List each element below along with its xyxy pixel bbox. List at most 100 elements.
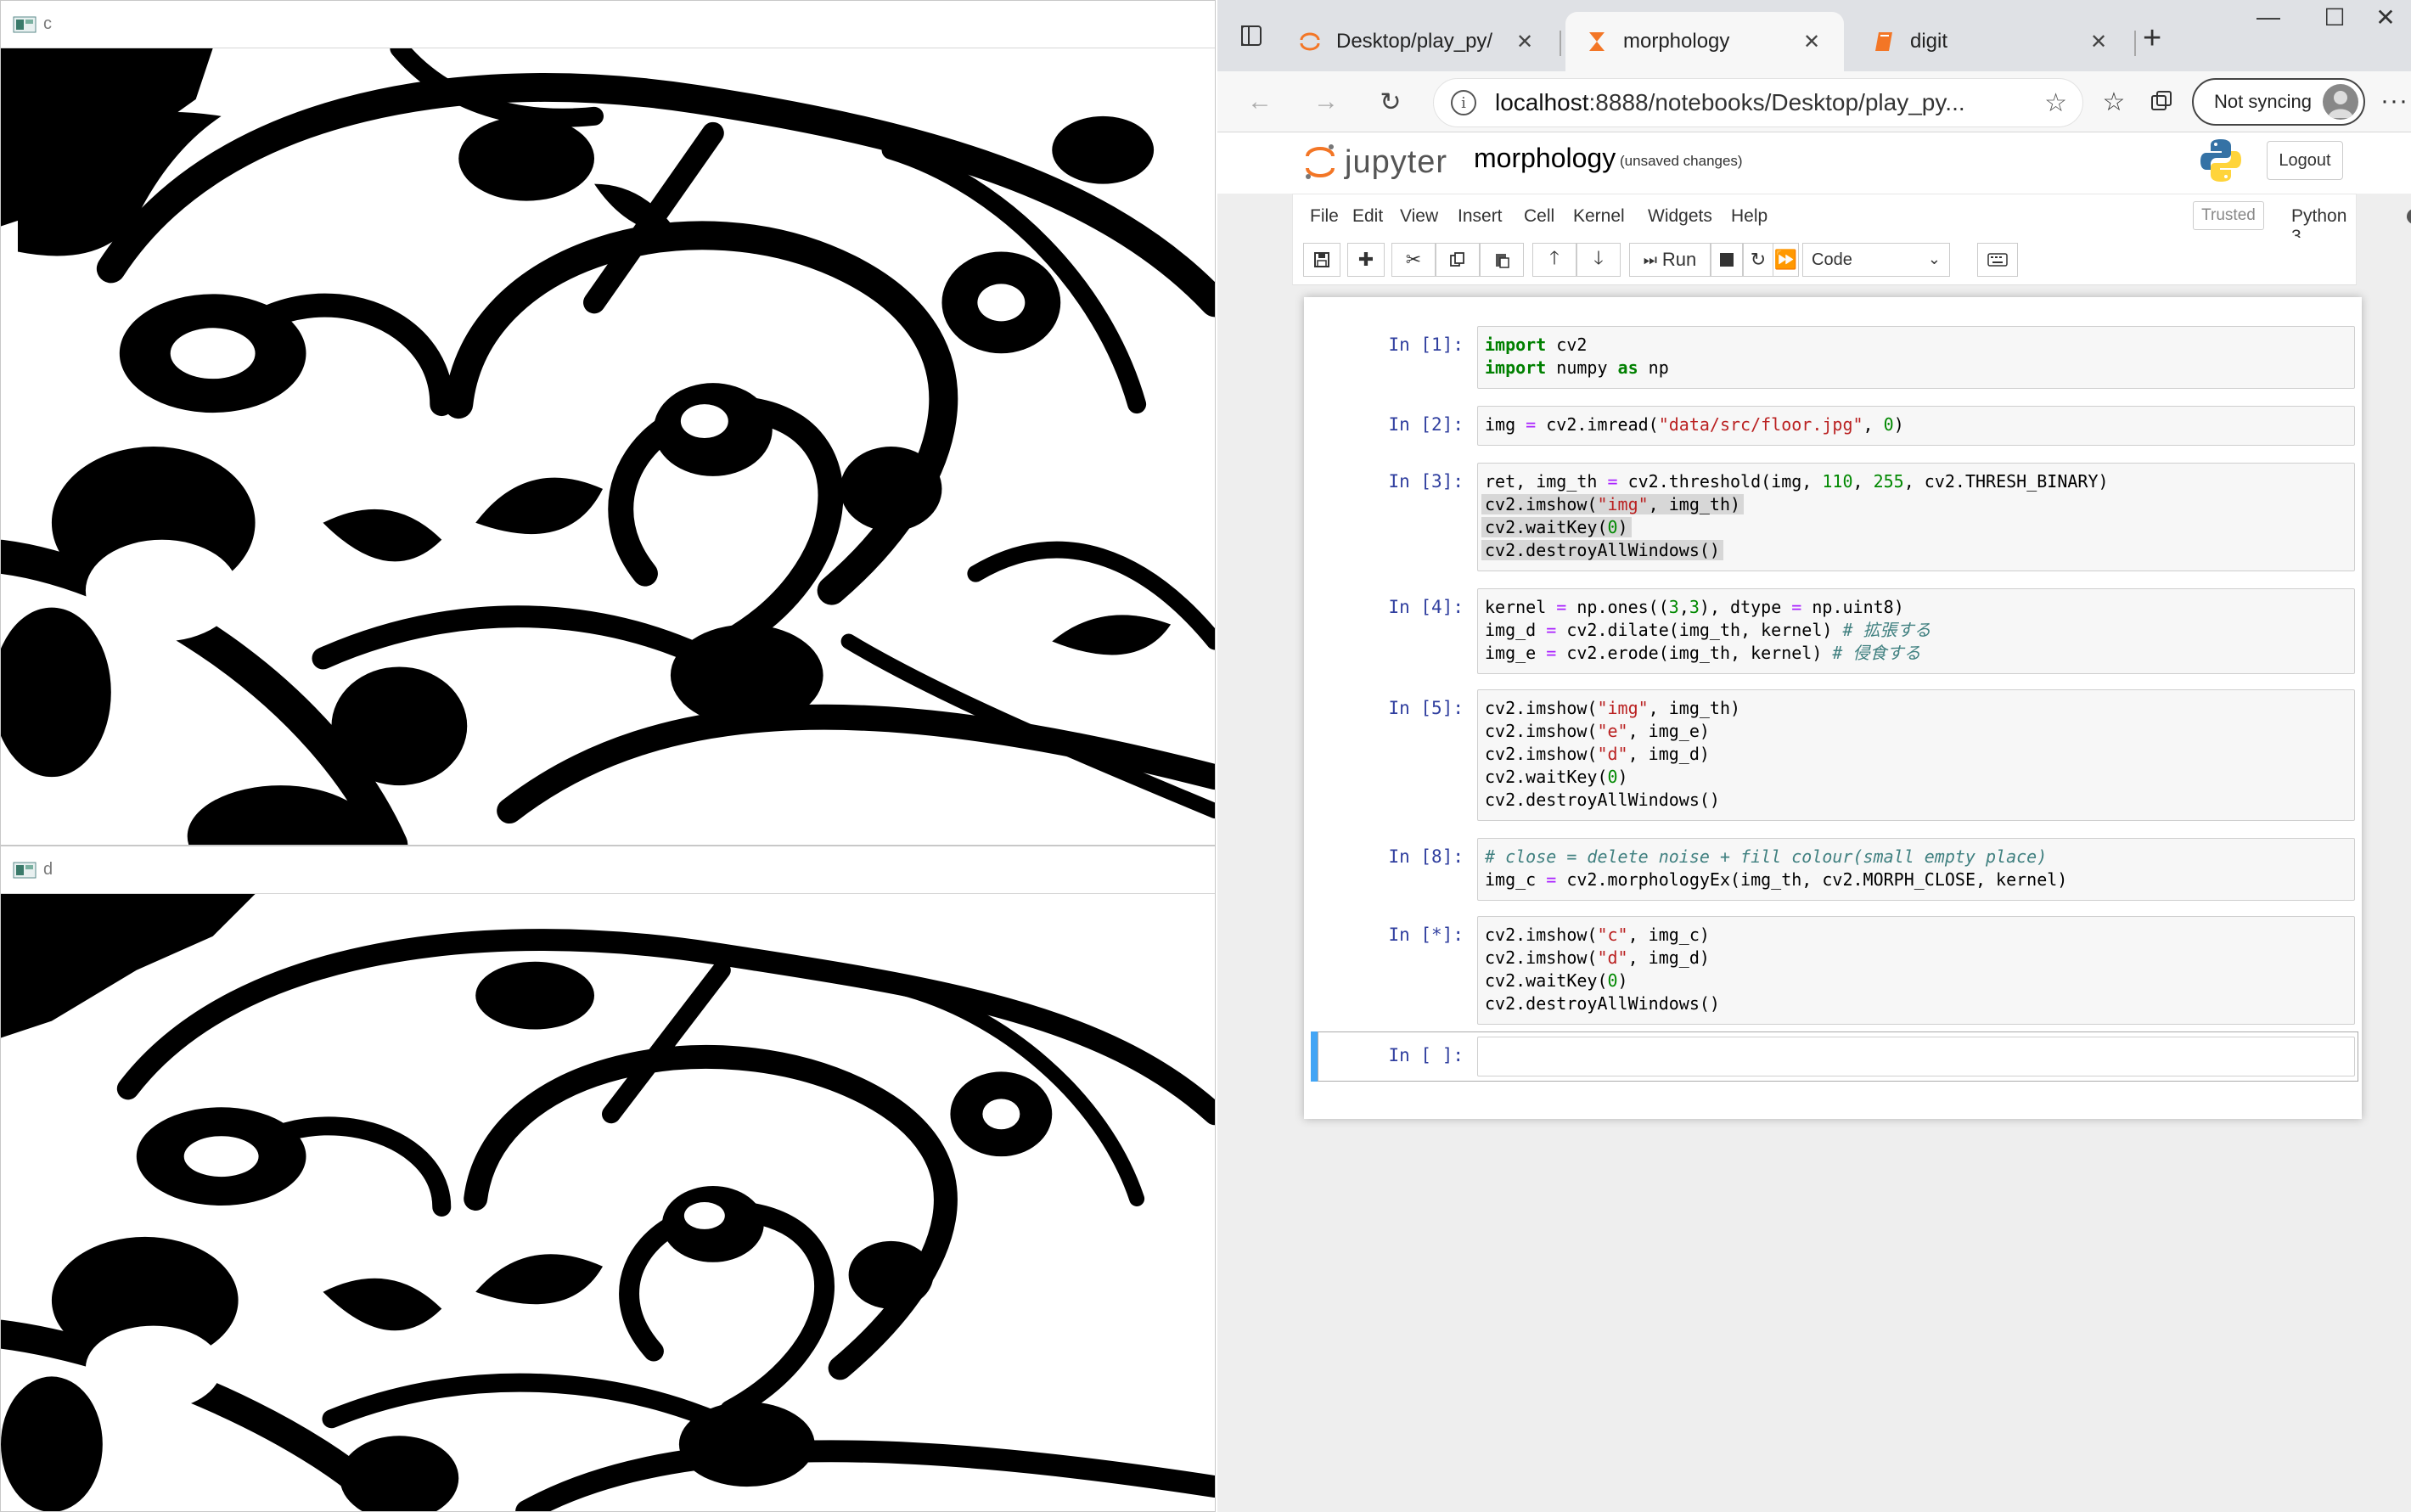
- profile-avatar: [2323, 84, 2358, 120]
- run-label: Run: [1661, 249, 1697, 270]
- code-cell[interactable]: In [ ]:: [1311, 1031, 2358, 1082]
- notebook-toolbar: ✚ ✂ 🡑 🡓 ⏭ Run ↻ ⏩ Code ⌄: [1292, 238, 2357, 285]
- opencv-window-icon: [13, 862, 37, 878]
- jupyter-logo-text: jupyter: [1345, 143, 1448, 180]
- menu-widgets[interactable]: Widgets: [1648, 206, 1712, 227]
- code-line: cv2.destroyAllWindows(): [1481, 539, 2347, 562]
- paste-icon[interactable]: [1480, 243, 1524, 277]
- restart-kernel-icon[interactable]: ↻: [1743, 243, 1773, 277]
- code-line: cv2.imshow("e", img_e): [1485, 721, 1710, 741]
- notebook-title[interactable]: morphology: [1474, 143, 1616, 174]
- menu-file[interactable]: File: [1310, 206, 1339, 227]
- menu-insert[interactable]: Insert: [1458, 206, 1503, 227]
- code-cell[interactable]: In [4]: kernel = np.ones((3,3), dtype = n…: [1318, 588, 2355, 674]
- code-line: cv2.destroyAllWindows(): [1485, 993, 1720, 1014]
- tab-separator: [2134, 31, 2136, 56]
- cell-prompt: In [*]:: [1388, 925, 1464, 945]
- window-title: d: [43, 860, 53, 879]
- address-bar[interactable]: i localhost:8888/notebooks/Desktop/play_…: [1433, 78, 2083, 127]
- binary-image-canvas: [1, 48, 1215, 845]
- browser-window: Desktop/play_py/ ✕ morphology ✕ digit ✕ …: [1217, 0, 2411, 1512]
- hourglass-favicon-icon: [1586, 31, 1608, 53]
- code-input[interactable]: # close = delete noise + fill colour(sma…: [1477, 838, 2355, 901]
- site-info-icon[interactable]: i: [1451, 90, 1476, 115]
- minimize-icon[interactable]: —: [2243, 3, 2294, 31]
- restart-run-all-icon[interactable]: ⏩: [1773, 243, 1799, 277]
- cell-prompt: In [2]:: [1388, 414, 1464, 435]
- insert-cell-icon[interactable]: ✚: [1347, 243, 1385, 277]
- cell-type-select[interactable]: Code ⌄: [1802, 243, 1950, 277]
- menu-cell[interactable]: Cell: [1524, 206, 1554, 227]
- opencv-window-c[interactable]: c: [0, 0, 1216, 846]
- code-cell[interactable]: In [8]: # close = delete noise + fill col…: [1318, 838, 2355, 901]
- favorites-icon[interactable]: ☆: [2095, 83, 2133, 121]
- add-favorite-icon[interactable]: ☆: [2044, 88, 2067, 118]
- window-titlebar[interactable]: d: [1, 846, 1215, 894]
- cell-prompt: In [8]:: [1388, 846, 1464, 867]
- move-down-icon[interactable]: 🡓: [1576, 243, 1621, 277]
- url-path: :8888/notebooks/Desktop/play_py...: [1588, 89, 1965, 115]
- close-tab-icon[interactable]: ✕: [2087, 30, 2110, 54]
- code-line: kernel = np.ones((3,3), dtype = np.uint8…: [1485, 597, 1904, 617]
- code-input[interactable]: cv2.imshow("c", img_c) cv2.imshow("d", im…: [1477, 916, 2355, 1025]
- cell-type-value: Code: [1812, 250, 1852, 269]
- code-input[interactable]: kernel = np.ones((3,3), dtype = np.uint8…: [1477, 588, 2355, 674]
- jupyter-header: jupyter morphology (unsaved changes) Log…: [1217, 132, 2411, 194]
- menu-edit[interactable]: Edit: [1352, 206, 1383, 227]
- code-input[interactable]: import cv2 import numpy as np: [1477, 326, 2355, 389]
- menu-kernel[interactable]: Kernel: [1573, 206, 1625, 227]
- logout-button[interactable]: Logout: [2267, 141, 2343, 180]
- menu-help[interactable]: Help: [1731, 206, 1768, 227]
- run-button[interactable]: ⏭ Run: [1629, 243, 1711, 277]
- thresholded-floor-image: [1, 48, 1215, 845]
- code-line: cv2.waitKey(0): [1485, 767, 1628, 787]
- interrupt-kernel-icon[interactable]: [1711, 243, 1743, 277]
- code-line: img_c = cv2.morphologyEx(img_th, cv2.MOR…: [1485, 869, 2068, 890]
- forward-icon[interactable]: →: [1307, 83, 1345, 121]
- close-tab-icon[interactable]: ✕: [1513, 30, 1537, 54]
- save-status: (unsaved changes): [1620, 153, 1743, 169]
- code-cell[interactable]: In [5]: cv2.imshow("img", img_th) cv2.imsh…: [1318, 689, 2355, 821]
- browser-tab[interactable]: Desktop/play_py/ ✕: [1279, 12, 1557, 71]
- copy-icon[interactable]: [1436, 243, 1480, 277]
- code-line: ret, img_th = cv2.threshold(img, 110, 25…: [1485, 471, 2109, 492]
- code-cell[interactable]: In [*]: cv2.imshow("c", img_c) cv2.imshow(…: [1318, 916, 2355, 1025]
- back-icon[interactable]: ←: [1241, 83, 1279, 121]
- code-line: # close = delete noise + fill colour(sma…: [1485, 846, 2048, 867]
- chevron-down-icon: ⌄: [1927, 250, 1941, 267]
- more-options-icon[interactable]: ···: [2380, 87, 2408, 115]
- cell-prompt: In [5]:: [1388, 698, 1464, 718]
- cut-icon[interactable]: ✂: [1391, 243, 1436, 277]
- close-window-icon[interactable]: ✕: [2360, 3, 2411, 31]
- jupyter-favicon-icon: [1299, 31, 1321, 53]
- code-input[interactable]: cv2.imshow("img", img_th) cv2.imshow("e",…: [1477, 689, 2355, 821]
- maximize-icon[interactable]: ☐: [2309, 3, 2360, 31]
- refresh-icon[interactable]: ↻: [1372, 83, 1409, 121]
- menu-view[interactable]: View: [1400, 206, 1438, 227]
- trusted-indicator[interactable]: Trusted: [2193, 201, 2264, 230]
- kernel-busy-indicator-icon: [2407, 209, 2411, 224]
- code-line: cv2.destroyAllWindows(): [1485, 790, 1720, 810]
- window-titlebar[interactable]: c: [1, 1, 1215, 48]
- close-tab-icon[interactable]: ✕: [1800, 30, 1824, 54]
- command-palette-icon[interactable]: [1977, 243, 2018, 277]
- jupyter-logo[interactable]: jupyter: [1304, 143, 1447, 182]
- opencv-window-d[interactable]: d: [0, 846, 1216, 1512]
- opencv-window-icon: [13, 16, 37, 32]
- code-cell[interactable]: In [1]: import cv2 import numpy as np: [1318, 326, 2355, 389]
- code-cell[interactable]: In [2]: img = cv2.imread("data/src/floor.…: [1318, 406, 2355, 446]
- code-input[interactable]: ret, img_th = cv2.threshold(img, 110, 25…: [1477, 463, 2355, 571]
- new-tab-icon[interactable]: +: [2143, 20, 2161, 57]
- move-up-icon[interactable]: 🡑: [1532, 243, 1576, 277]
- selected-cell-indicator: [1311, 1031, 1318, 1082]
- python-logo-icon: [2200, 139, 2241, 182]
- code-line: img_e = cv2.erode(img_th, kernel) # 侵食する: [1485, 643, 1921, 663]
- browser-tab[interactable]: digit ✕: [1852, 12, 2131, 71]
- code-cell[interactable]: In [3]: ret, img_th = cv2.threshold(img, …: [1318, 463, 2355, 571]
- save-icon[interactable]: [1303, 243, 1340, 277]
- collections-icon[interactable]: [2143, 83, 2180, 121]
- profile-sync-button[interactable]: Not syncing: [2192, 78, 2365, 126]
- browser-tab-active[interactable]: morphology ✕: [1565, 12, 1844, 71]
- tab-actions-icon[interactable]: [1234, 19, 1268, 53]
- code-input[interactable]: img = cv2.imread("data/src/floor.jpg", 0…: [1477, 406, 2355, 446]
